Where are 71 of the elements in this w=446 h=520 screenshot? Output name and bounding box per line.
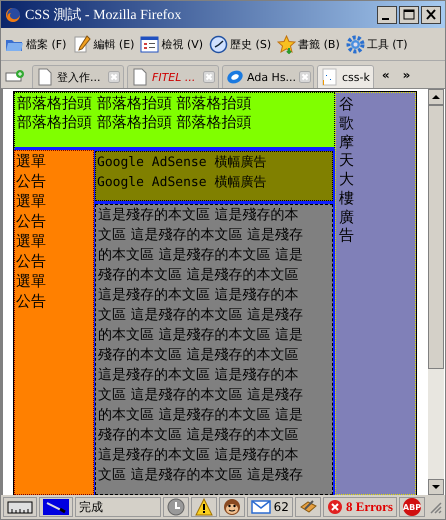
vertical-scrollbar[interactable] bbox=[428, 89, 444, 495]
menu-item[interactable]: 歷史 (S) bbox=[209, 34, 272, 54]
browser-tab[interactable]: FITEL ... bbox=[127, 65, 219, 88]
tab-scroll-right-button[interactable]: » bbox=[398, 68, 416, 82]
body-text-line: 殘存的本文區 這是殘存的本文區 bbox=[98, 346, 300, 365]
ad-text: Google AdSense 橫幅廣告 bbox=[97, 174, 268, 192]
tab-label: css-k bbox=[342, 70, 370, 84]
body-text-line: 文區 這是殘存的本文區 這是殘存 bbox=[98, 306, 304, 325]
sidebar-item[interactable]: 公告 bbox=[16, 291, 92, 311]
menu-item[interactable]: 檢視 (V) bbox=[140, 34, 204, 54]
ad-text: Google AdSense 橫幅廣告 bbox=[97, 154, 268, 172]
tab-label: 登入作... bbox=[57, 70, 102, 84]
browser-tab[interactable]: css-k bbox=[317, 65, 374, 88]
scroll-up-button[interactable] bbox=[428, 89, 444, 105]
body-text-line: 殘存的本文區 這是殘存的本文區 bbox=[98, 266, 300, 285]
sidebar-item[interactable]: 選單 bbox=[16, 231, 92, 251]
tab-label: Ada Hs... bbox=[247, 70, 296, 84]
knife-icon[interactable] bbox=[43, 499, 69, 515]
body-text-line: 文區 這是殘存的本文區 這是殘存 bbox=[98, 466, 304, 485]
pencil-icon bbox=[72, 34, 92, 54]
scrollbar-thumb[interactable] bbox=[428, 105, 444, 369]
window-icon bbox=[140, 34, 160, 54]
header-text: 部落格抬頭 部落格抬頭 部落格抬頭 bbox=[17, 94, 253, 113]
browser-tab[interactable]: 登入作... bbox=[32, 65, 124, 88]
firefox-logo-icon bbox=[5, 6, 21, 22]
body-text-line: 的本文區 這是殘存的本文區 這是 bbox=[98, 406, 304, 425]
skyscraper-ad-text: 谷歌摩天大樓廣告 bbox=[339, 95, 354, 245]
sidebar-item[interactable]: 公告 bbox=[16, 211, 92, 231]
body-text-line: 這是殘存的本文區 這是殘存的本 bbox=[98, 206, 300, 225]
adblock-button[interactable]: ABP bbox=[403, 498, 421, 516]
menu-item[interactable]: 編輯 (E) bbox=[72, 34, 134, 54]
body-text-line: 文區 這是殘存的本文區 這是殘存 bbox=[98, 386, 304, 405]
sidebar-item[interactable]: 公告 bbox=[16, 171, 92, 191]
close-button[interactable] bbox=[421, 6, 441, 24]
disc-icon bbox=[226, 68, 244, 86]
gear-icon bbox=[346, 34, 365, 54]
monkey-face-icon[interactable] bbox=[222, 498, 241, 516]
warning-icon[interactable] bbox=[194, 498, 213, 516]
clock-icon[interactable] bbox=[166, 498, 185, 516]
menu-item[interactable]: 書籤 (B) bbox=[277, 34, 340, 54]
menu-item[interactable]: 檔案 (F) bbox=[5, 34, 66, 54]
ruler-icon[interactable] bbox=[7, 499, 33, 515]
menu-item[interactable]: 工具 (T) bbox=[346, 34, 408, 54]
body-text-line: 殘存的本文區 這是殘存的本文區 bbox=[98, 426, 300, 445]
sidebar-item[interactable]: 選單 bbox=[16, 151, 92, 171]
sidebar-item[interactable]: 公告 bbox=[16, 251, 92, 271]
error-icon[interactable] bbox=[326, 499, 343, 515]
header-text: 部落格抬頭 部落格抬頭 部落格抬頭 bbox=[17, 113, 253, 132]
sidebar-item[interactable]: 選單 bbox=[16, 271, 92, 291]
body-text-line: 這是殘存的本文區 這是殘存的本 bbox=[98, 286, 300, 305]
window-title: CSS 測試 - Mozilla Firefox bbox=[25, 6, 182, 24]
browser-tab[interactable]: Ada Hs... bbox=[222, 65, 314, 88]
document-icon bbox=[321, 68, 339, 86]
tab-label: FITEL ... bbox=[152, 70, 196, 84]
maximize-button[interactable] bbox=[399, 6, 419, 24]
page-icon bbox=[131, 68, 149, 86]
tab-scroll-left-button[interactable]: « bbox=[376, 68, 395, 82]
body-text-line: 的本文區 這是殘存的本文區 這是 bbox=[98, 326, 304, 345]
sidebar-item[interactable]: 選單 bbox=[16, 191, 92, 211]
star-icon bbox=[277, 34, 296, 54]
clock-icon bbox=[209, 34, 228, 54]
body-text-line: 文區 這是殘存的本文區 這是殘存 bbox=[98, 226, 304, 245]
scroll-down-button[interactable] bbox=[428, 479, 444, 495]
page-icon bbox=[36, 68, 54, 86]
status-text: 完成 bbox=[79, 498, 103, 516]
minimize-button[interactable] bbox=[377, 6, 397, 24]
mail-count: 62 bbox=[274, 500, 289, 514]
mail-icon[interactable] bbox=[250, 498, 271, 516]
body-text-line: 的本文區 這是殘存的本文區 這是 bbox=[98, 246, 304, 265]
body-text-line: 這是殘存的本文區 這是殘存的本 bbox=[98, 366, 300, 385]
body-text-line: 這是殘存的本文區 這是殘存的本 bbox=[98, 446, 300, 465]
